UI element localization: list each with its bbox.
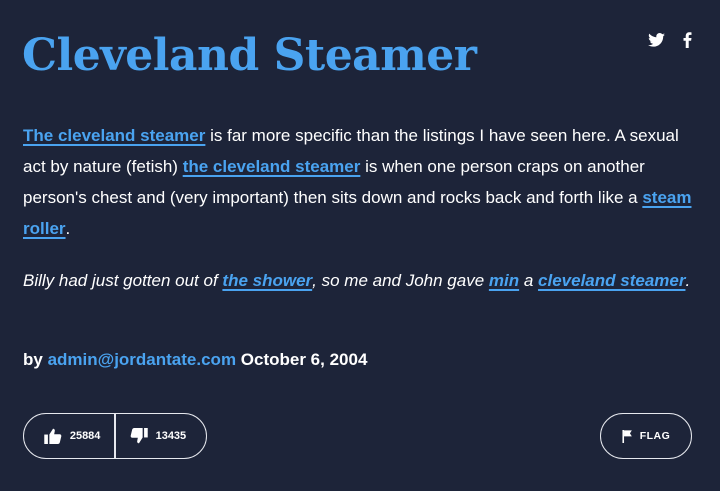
twitter-bird-icon [648, 33, 665, 47]
vote-buttons: 25884 13435 [23, 413, 207, 459]
thumbs-up-button[interactable]: 25884 [24, 414, 114, 458]
meaning-text: . [65, 219, 71, 238]
flag-label: FLAG [639, 430, 671, 442]
contributor-line: by admin@jordantate.com October 6, 2004 [23, 345, 367, 375]
definition-word[interactable]: Cleveland Steamer [22, 26, 477, 86]
term-link[interactable]: min [489, 271, 519, 290]
example-text: . [685, 271, 691, 290]
twitter-icon[interactable] [648, 33, 665, 47]
by-label: by [23, 350, 48, 369]
facebook-icon[interactable] [683, 32, 692, 48]
share-buttons [648, 32, 692, 48]
upvote-count: 25884 [69, 430, 101, 442]
definition-meaning: The cleveland steamer is far more specif… [23, 120, 698, 244]
flag-icon [622, 429, 632, 443]
example-text: a [519, 271, 539, 290]
term-link[interactable]: The cleveland steamer [23, 126, 205, 145]
post-date: October 6, 2004 [236, 350, 368, 369]
term-link[interactable]: cleveland steamer [538, 271, 685, 290]
term-link[interactable]: the cleveland steamer [183, 157, 361, 176]
thumbs-down-button[interactable]: 13435 [116, 414, 206, 458]
downvote-count: 13435 [155, 430, 187, 442]
definition-example: Billy had just gotten out of the shower,… [23, 265, 698, 296]
example-text: Billy had just gotten out of [23, 271, 223, 290]
flag-button[interactable]: FLAG [600, 413, 692, 459]
thumbs-down-icon [130, 428, 148, 444]
author-link[interactable]: admin@jordantate.com [48, 350, 237, 369]
term-link[interactable]: the shower [222, 271, 312, 290]
definition-card: Cleveland Steamer The cleveland steamer … [0, 0, 720, 491]
thumbs-up-icon [44, 428, 62, 444]
example-text: , so me and John gave [312, 271, 489, 290]
facebook-f-icon [683, 32, 692, 48]
